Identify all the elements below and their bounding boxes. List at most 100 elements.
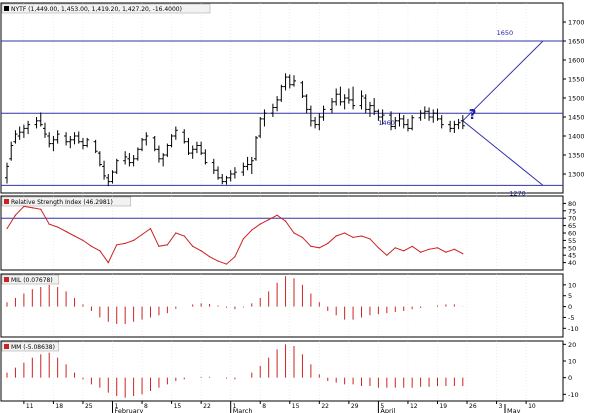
x-tick-label: 25 bbox=[85, 403, 93, 410]
rsi-point bbox=[403, 250, 405, 252]
rsi-point bbox=[445, 251, 447, 253]
rsi-point bbox=[6, 227, 8, 230]
rsi-point bbox=[124, 242, 126, 244]
rsi-point bbox=[107, 262, 109, 264]
panel-title: MIL (0.07678) bbox=[11, 277, 53, 284]
rsi-point bbox=[268, 219, 270, 221]
x-tick-label: 8 bbox=[144, 403, 148, 410]
y-tick-label: 5 bbox=[568, 292, 572, 300]
rsi-point bbox=[327, 242, 329, 244]
y-tick-label: 0 bbox=[568, 303, 572, 311]
rsi-point bbox=[166, 244, 168, 246]
month-label: February bbox=[115, 407, 144, 413]
rsi-point bbox=[301, 236, 304, 239]
rsi-point bbox=[192, 245, 194, 247]
panel-title: NYTF (1,449.00, 1,453.00, 1,419.20, 1,42… bbox=[11, 6, 182, 13]
rsi-point bbox=[208, 256, 211, 258]
y-tick-label: 60 bbox=[568, 230, 576, 238]
rsi-point bbox=[183, 235, 185, 237]
rsi-point bbox=[40, 208, 42, 210]
rsi-point bbox=[23, 205, 25, 207]
panel-title: MM (-5.08638) bbox=[11, 344, 55, 351]
rsi-point bbox=[251, 229, 253, 231]
rsi-point bbox=[234, 256, 236, 258]
rsi-point bbox=[352, 236, 354, 239]
y-tick-label: 0 bbox=[568, 374, 572, 382]
rsi-point bbox=[284, 220, 287, 222]
y-tick-label: 1300 bbox=[568, 171, 585, 179]
y-tick-label: 75 bbox=[568, 207, 576, 215]
rsi-point bbox=[141, 233, 143, 236]
chart-canvas: 130013501400145015001550160016501700NYTF… bbox=[0, 0, 590, 413]
legend-swatch bbox=[4, 277, 9, 282]
y-tick-label: 1450 bbox=[568, 114, 585, 122]
rsi-point bbox=[293, 232, 295, 234]
y-tick-label: 1350 bbox=[568, 152, 585, 160]
rsi-point bbox=[82, 239, 84, 241]
rsi-point bbox=[360, 235, 363, 237]
x-tick-label: 22 bbox=[321, 403, 329, 410]
month-label: May bbox=[507, 407, 521, 413]
y-tick-label: 1550 bbox=[568, 76, 585, 84]
x-tick-label: 29 bbox=[351, 403, 359, 410]
rsi-point bbox=[369, 238, 371, 240]
panel-title: Relative Strength Index (46.2981) bbox=[11, 199, 113, 206]
y-tick-label: 20 bbox=[568, 341, 576, 349]
legend-swatch bbox=[4, 344, 9, 349]
y-tick-label: 1600 bbox=[568, 57, 585, 65]
question-mark: ? bbox=[469, 108, 477, 123]
rsi-point bbox=[344, 232, 346, 234]
y-tick-label: 40 bbox=[568, 259, 576, 267]
rsi-point bbox=[310, 245, 312, 247]
rsi-point bbox=[48, 223, 50, 225]
month-label: March bbox=[233, 407, 253, 413]
y-tick-label: 80 bbox=[568, 200, 576, 208]
y-tick-label: 1650 bbox=[568, 38, 585, 46]
rsi-point bbox=[225, 263, 228, 265]
y-tick-label: -10 bbox=[568, 325, 579, 333]
y-tick-label: 1700 bbox=[568, 19, 585, 27]
y-tick-label: 55 bbox=[568, 237, 576, 245]
rsi-point bbox=[14, 214, 17, 216]
rsi-point bbox=[133, 239, 135, 241]
rsi-point bbox=[377, 247, 380, 249]
x-tick-label: 8 bbox=[262, 403, 266, 410]
x-tick-label: 18 bbox=[55, 403, 63, 410]
y-tick-label: 1400 bbox=[568, 133, 585, 141]
y-tick-label: -10 bbox=[568, 391, 579, 399]
y-tick-label: 65 bbox=[568, 222, 576, 230]
rsi-point bbox=[411, 245, 413, 247]
guide-label-1650: 1650 bbox=[497, 29, 514, 37]
rsi-point bbox=[428, 248, 430, 250]
rsi-point bbox=[158, 245, 160, 247]
rsi-point bbox=[31, 207, 33, 209]
rsi-point bbox=[318, 247, 320, 249]
y-tick-label: 70 bbox=[568, 215, 576, 223]
rsi-point bbox=[453, 248, 455, 250]
rsi-point bbox=[116, 244, 118, 246]
x-tick-label: 3 bbox=[499, 403, 503, 410]
rsi-point bbox=[99, 250, 101, 252]
month-label: April bbox=[380, 407, 395, 413]
x-tick-label: 22 bbox=[203, 403, 211, 410]
rsi-point bbox=[149, 227, 152, 230]
x-tick-label: 15 bbox=[292, 403, 300, 410]
x-tick-label: 11 bbox=[26, 403, 34, 410]
legend-swatch bbox=[4, 199, 9, 204]
chart-window: 1300 1350 1400 1450 1500 1550 1600 1650 1700 NYTF… bbox=[0, 0, 590, 413]
x-tick-label: 10 bbox=[528, 403, 536, 410]
x-tick-label: 19 bbox=[439, 403, 447, 410]
rsi-point bbox=[276, 214, 278, 216]
rsi-point bbox=[200, 250, 202, 252]
x-tick-label: 26 bbox=[469, 403, 477, 410]
x-tick-label: 15 bbox=[174, 403, 182, 410]
rsi-point bbox=[386, 254, 388, 256]
y-tick-label: 50 bbox=[568, 244, 576, 252]
legend-swatch bbox=[4, 6, 9, 11]
x-tick-label: 12 bbox=[410, 403, 418, 410]
rsi-point bbox=[175, 232, 177, 234]
rsi-point bbox=[394, 247, 396, 249]
chart-background bbox=[0, 0, 590, 413]
rsi-point bbox=[73, 235, 76, 237]
y-tick-label: -5 bbox=[568, 314, 574, 322]
